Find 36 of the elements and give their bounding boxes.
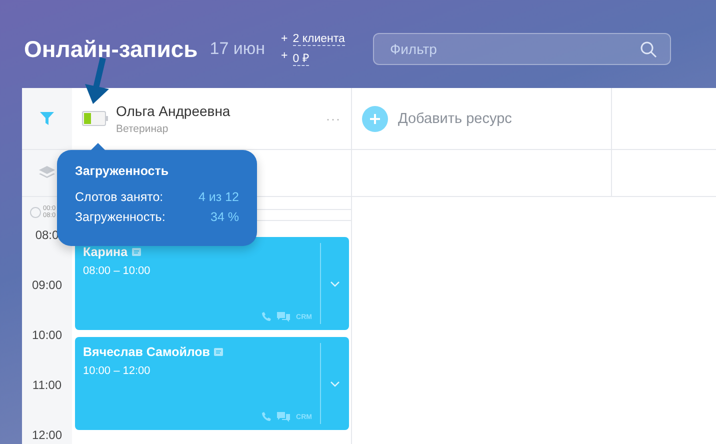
client-name: Карина — [83, 245, 128, 259]
filter-icon[interactable] — [40, 112, 54, 125]
range-handle[interactable] — [30, 206, 41, 218]
hour-label: 12:00 — [32, 428, 62, 442]
chat-icon[interactable] — [277, 412, 290, 422]
layers-icon[interactable] — [39, 166, 55, 180]
chevron-icon[interactable] — [330, 380, 340, 386]
resource-role: Ветеринар — [116, 122, 170, 134]
hour-label: 11:00 — [32, 378, 62, 392]
stat-link[interactable]: 0 ₽ — [292, 50, 310, 66]
appointment-time: 08:00 – 10:00 — [83, 265, 152, 277]
add-icon[interactable] — [362, 106, 388, 132]
page-title: Онлайн-запись — [24, 36, 198, 62]
plus-sign: + — [281, 32, 288, 46]
tooltip-value: 4 из 12 — [198, 190, 239, 204]
plus-sign: + — [281, 50, 288, 64]
battery-icon[interactable] — [82, 111, 108, 126]
hour-label: 10:00 — [32, 328, 62, 342]
date-label: 17 июн — [210, 39, 266, 59]
chevron-icon[interactable] — [330, 280, 340, 286]
chat-icon[interactable] — [277, 312, 290, 322]
client-name: Вячеслав Самойлов — [83, 345, 210, 359]
appointment-time: 10:00 – 12:00 — [83, 365, 152, 377]
stat-link[interactable]: 2 клиента — [292, 32, 345, 46]
resource-name: Ольга Андреевна — [116, 102, 232, 118]
phone-icon[interactable] — [261, 412, 272, 422]
search-icon[interactable] — [640, 41, 657, 58]
tooltip-title: Загруженность — [75, 164, 170, 178]
tooltip-label: Слотов занято: — [75, 190, 164, 204]
hour-label: 08:0 — [35, 228, 59, 242]
tooltip-value: 34 % — [210, 210, 239, 224]
hour-label: 09:00 — [32, 278, 62, 292]
phone-icon[interactable] — [261, 312, 272, 322]
add-resource-link[interactable]: Добавить ресурс — [398, 110, 512, 126]
tooltip-label: Загруженность: — [75, 210, 166, 224]
more-button[interactable]: ··· — [326, 112, 341, 126]
